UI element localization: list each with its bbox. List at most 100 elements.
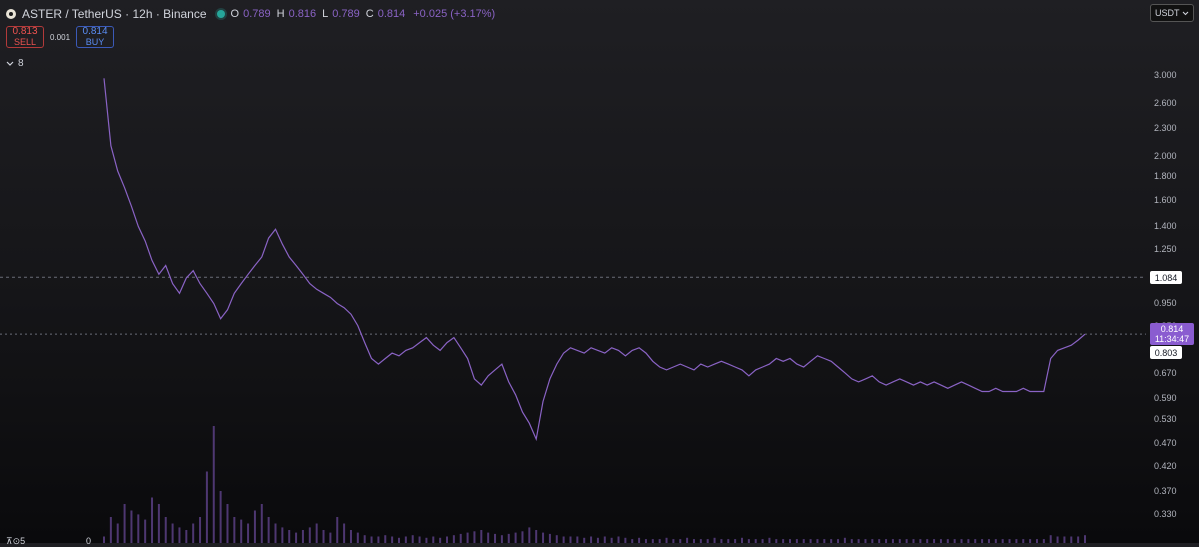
volume-bar — [624, 537, 627, 543]
volume-bar — [692, 539, 695, 543]
sell-button[interactable]: 0.813 SELL — [6, 26, 44, 48]
volume-bar — [1008, 539, 1011, 543]
volume-bar — [1084, 535, 1086, 543]
volume-bar — [617, 536, 620, 543]
volume-bar — [281, 527, 284, 543]
volume-bar — [157, 504, 160, 543]
volume-bar — [500, 535, 503, 543]
volume-bar — [548, 533, 551, 543]
volume-bar — [857, 539, 860, 543]
volume-bar — [1042, 539, 1045, 543]
volume-bar — [967, 539, 970, 543]
volume-bar — [164, 517, 167, 543]
volume-bar — [761, 539, 764, 543]
volume-bar — [397, 537, 400, 543]
volume-bar — [1049, 535, 1052, 543]
volume-bar — [1015, 539, 1018, 543]
y-tick-label: 0.590 — [1154, 393, 1177, 404]
volume-bar — [768, 537, 771, 543]
volume-bar — [329, 532, 332, 543]
y-tick-label: 2.600 — [1154, 98, 1177, 109]
volume-bar — [603, 536, 606, 543]
volume-bar — [734, 539, 737, 543]
volume-bar — [583, 537, 586, 543]
volume-bar — [631, 539, 634, 543]
volume-bar — [1035, 539, 1038, 543]
volume-bar — [960, 539, 963, 543]
volume-bar — [253, 510, 256, 543]
volume-bar — [322, 530, 325, 543]
volume-bar — [288, 530, 291, 543]
volume-bar — [830, 539, 833, 543]
price-chart[interactable] — [0, 0, 1199, 543]
currency-select[interactable]: USDT — [1150, 4, 1194, 22]
volume-bar — [528, 527, 531, 543]
y-tick-label: 0.670 — [1154, 367, 1177, 378]
volume-bar — [185, 530, 188, 543]
volume-bar — [439, 537, 442, 543]
volume-bar — [466, 532, 469, 543]
volume-bar — [343, 523, 346, 543]
indicators-toggle[interactable]: 8 — [6, 58, 24, 69]
volume-bar — [809, 539, 812, 543]
volume-bar — [377, 536, 380, 543]
volume-bar — [144, 519, 147, 543]
volume-bar — [939, 539, 942, 543]
volume-bar — [103, 536, 105, 543]
volume-bar — [672, 539, 675, 543]
volume-bar — [912, 539, 915, 543]
volume-bar — [137, 514, 140, 543]
volume-bar — [562, 536, 565, 543]
volume-bar — [274, 523, 277, 543]
y-tick-label: 0.530 — [1154, 414, 1177, 425]
volume-bar — [754, 539, 757, 543]
spread-value: 0.001 — [50, 32, 71, 42]
volume-bar — [555, 535, 558, 543]
volume-bar — [459, 533, 462, 543]
volume-bar — [720, 539, 723, 543]
volume-bar — [740, 537, 743, 543]
volume-bar — [226, 504, 229, 543]
volume-bar — [885, 539, 888, 543]
volume-bar — [569, 536, 572, 543]
volume-bar — [418, 536, 421, 543]
volume-bar — [432, 536, 435, 543]
volume-bar — [308, 527, 311, 543]
volume-bar — [247, 523, 250, 543]
y-tick-label: 2.300 — [1154, 122, 1177, 133]
volume-bar — [487, 532, 490, 543]
y-tick-label: 1.600 — [1154, 194, 1177, 205]
volume-bar — [411, 535, 414, 543]
aster-logo-icon — [6, 9, 16, 19]
volume-bar — [267, 517, 270, 543]
reference-price-tag: 1.084 — [1150, 271, 1182, 285]
volume-bar — [816, 539, 819, 543]
volume-bar — [109, 517, 112, 543]
volume-bar — [994, 539, 997, 543]
volume-bar — [123, 504, 126, 543]
ohlc-readout: O 0.789 H 0.816 L 0.789 C 0.814 +0.025 (+3.1… — [230, 8, 496, 20]
y-tick-label: 1.250 — [1154, 243, 1177, 254]
volume-bar — [514, 532, 517, 543]
volume-bar — [823, 539, 826, 543]
volume-bar — [775, 539, 778, 543]
buy-button[interactable]: 0.814 BUY — [76, 26, 115, 48]
prev-close-tag: 0.803 — [1150, 346, 1182, 360]
volume-bar — [802, 539, 805, 543]
volume-bar — [933, 539, 936, 543]
volume-bar — [576, 536, 579, 543]
volume-bar — [926, 539, 929, 543]
volume-bar — [535, 530, 538, 543]
bar-countdown: 11:34:47 — [1154, 334, 1190, 345]
last-price-tag: 0.814 11:34:47 — [1150, 323, 1194, 346]
volume-bar — [590, 536, 593, 543]
volume-bar — [205, 471, 208, 543]
volume-bar — [782, 539, 785, 543]
volume-bar — [384, 535, 387, 543]
volume-bar — [391, 536, 394, 543]
y-tick-label: 0.950 — [1154, 298, 1177, 309]
volume-bar — [1056, 536, 1059, 543]
volume-bar — [686, 537, 689, 543]
y-tick-label: 1.400 — [1154, 221, 1177, 232]
symbol-title[interactable]: ASTER / TetherUS · 12h · Binance — [22, 7, 207, 21]
